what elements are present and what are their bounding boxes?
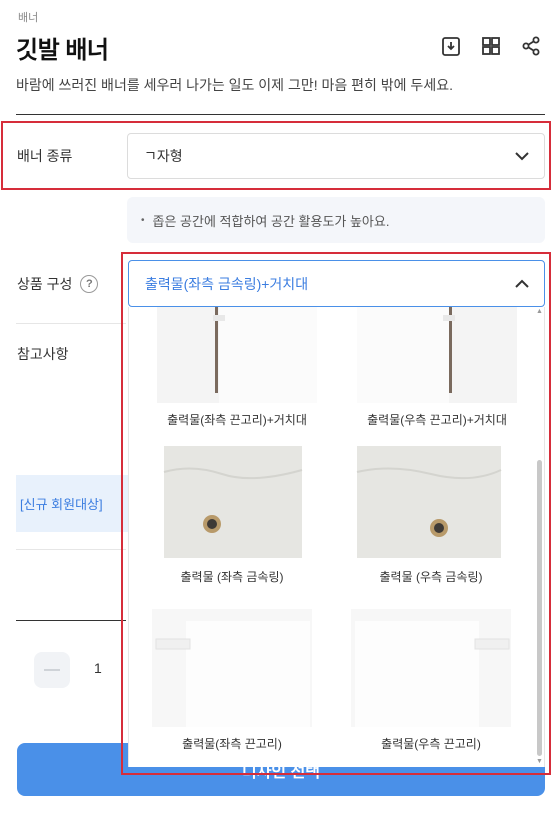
notes-label: 참고사항	[17, 346, 69, 362]
help-icon[interactable]: ?	[80, 275, 99, 293]
header-divider	[16, 114, 545, 115]
row-divider	[16, 323, 126, 324]
quantity-value: 1	[94, 660, 102, 676]
share-icon[interactable]	[519, 34, 543, 58]
highlight-box-product-config	[121, 252, 551, 775]
section-divider	[16, 620, 126, 621]
highlight-box-banner-type	[1, 121, 551, 190]
minus-icon	[44, 669, 60, 671]
product-config-label: 상품 구성	[17, 276, 73, 292]
promo-banner[interactable]: [신규 회원대상]	[16, 475, 136, 532]
hint-box: • 좁은 공간에 적합하여 공간 활용도가 높아요.	[127, 197, 545, 243]
page-subtitle: 바람에 쓰러진 배너를 세우러 나가는 일도 이제 그만! 마음 편히 밖에 두…	[16, 77, 453, 93]
product-config-label-row: 상품 구성 ?	[17, 274, 99, 294]
row-divider	[16, 549, 126, 550]
bullet-icon: •	[141, 214, 145, 226]
page-title: 깃발 배너	[16, 37, 109, 64]
breadcrumb[interactable]: 배너	[18, 9, 38, 25]
title-actions	[439, 34, 543, 58]
hint-text: 좁은 공간에 적합하여 공간 활용도가 높아요.	[152, 213, 390, 229]
quantity-decrease-button[interactable]	[34, 652, 70, 688]
grid-icon[interactable]	[479, 34, 503, 58]
download-icon[interactable]	[439, 34, 463, 58]
